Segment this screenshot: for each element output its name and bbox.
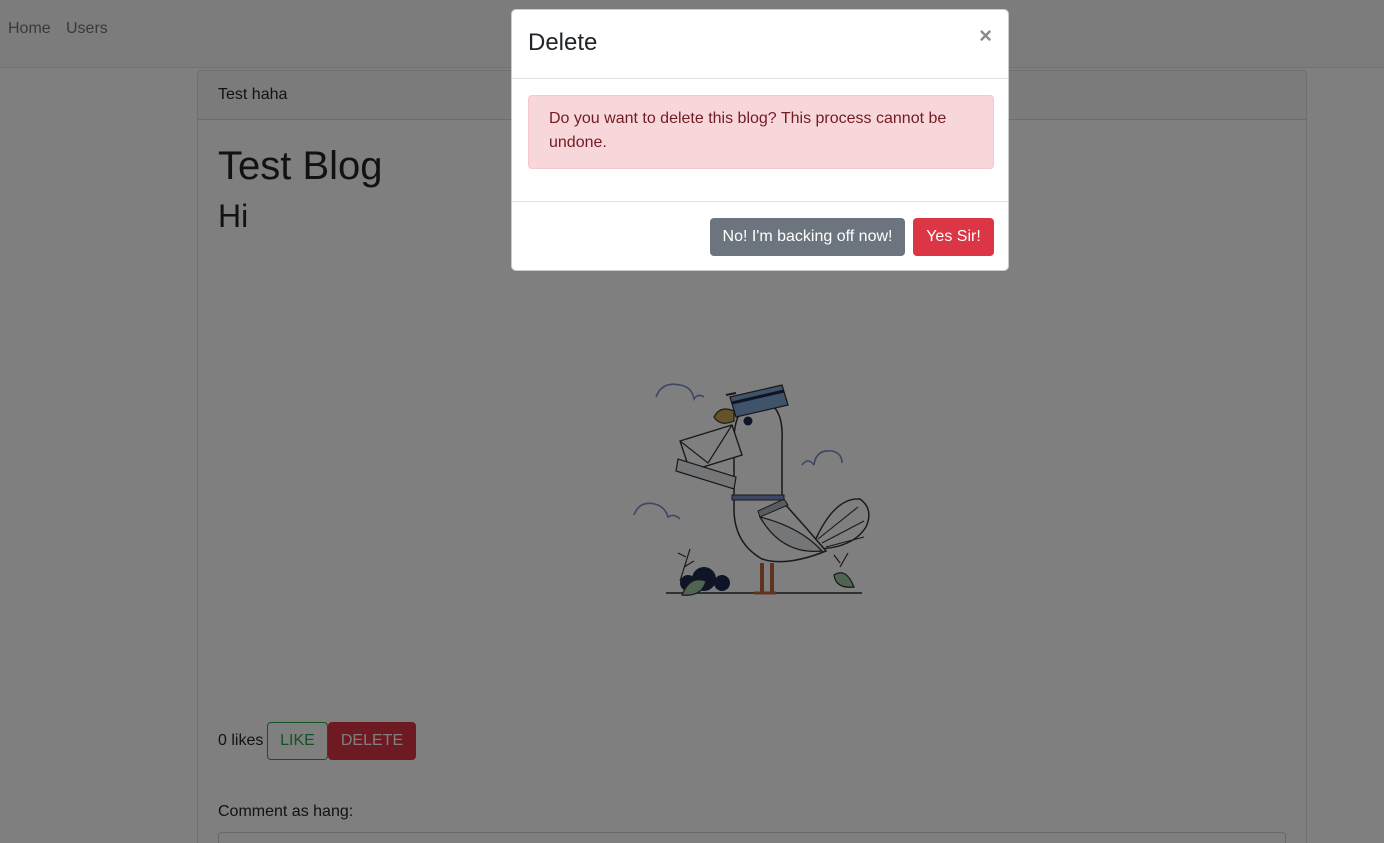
close-icon[interactable]: × (979, 24, 992, 48)
cancel-button[interactable]: No! I'm backing off now! (710, 218, 905, 256)
delete-warning-alert: Do you want to delete this blog? This pr… (528, 95, 994, 169)
modal-title: Delete (528, 29, 598, 56)
modal-header: Delete × (512, 10, 1008, 79)
delete-modal: Delete × Do you want to delete this blog… (511, 9, 1009, 271)
modal-footer: No! I'm backing off now! Yes Sir! (512, 201, 1008, 270)
confirm-delete-button[interactable]: Yes Sir! (913, 218, 994, 256)
page: Home Users Test haha Test Blog Hi (0, 0, 1384, 843)
